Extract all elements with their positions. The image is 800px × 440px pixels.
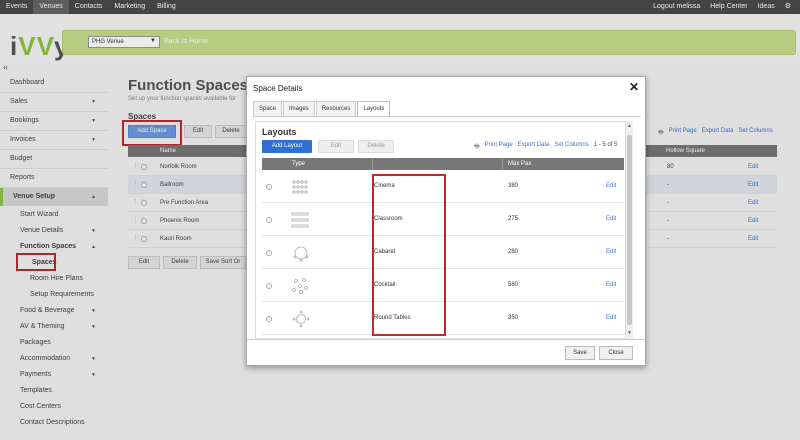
- row-radio[interactable]: [266, 217, 272, 223]
- row-radio[interactable]: [266, 184, 272, 190]
- close-icon[interactable]: ✕: [629, 80, 639, 94]
- close-button[interactable]: Close: [599, 346, 633, 360]
- row-radio[interactable]: [266, 316, 272, 322]
- tab-images[interactable]: Images: [283, 101, 315, 116]
- set-columns-link[interactable]: Set Columns: [554, 142, 588, 152]
- layouts-panel: Layouts Add Layout Edit Delete 🖶 Print P…: [255, 121, 631, 339]
- modal-scrollbar[interactable]: ▲ ▼: [625, 121, 633, 339]
- print-page-link[interactable]: Print Page: [485, 142, 513, 152]
- pagination-count: 1 - 5 of 5: [593, 142, 618, 148]
- scroll-thumb[interactable]: [627, 135, 632, 325]
- edit-layout-button[interactable]: Edit: [318, 140, 354, 153]
- cocktail-layout-icon: [292, 278, 308, 294]
- edit-link[interactable]: Edit: [606, 315, 616, 321]
- layouts-actions: 🖶 Print Page Export Data Set Columns 1 -…: [474, 142, 617, 152]
- modal-title: Space Details: [253, 84, 303, 93]
- row-radio[interactable]: [266, 250, 272, 256]
- row-radio[interactable]: [266, 283, 272, 289]
- print-icon: 🖶: [474, 144, 480, 150]
- scroll-down-icon[interactable]: ▼: [627, 330, 632, 336]
- edit-link[interactable]: Edit: [606, 282, 616, 288]
- add-layout-button[interactable]: Add Layout: [262, 140, 312, 153]
- tab-resources[interactable]: Resources: [315, 101, 357, 116]
- classroom-layout-icon: [291, 212, 309, 228]
- save-button[interactable]: Save: [565, 346, 595, 360]
- layouts-heading: Layouts: [262, 127, 297, 137]
- cabaret-layout-icon: [293, 246, 309, 262]
- highlight-layout-names-box: [372, 174, 446, 336]
- tab-space[interactable]: Space: [253, 101, 283, 116]
- space-details-modal: Space Details ✕ Space Images Resources L…: [246, 76, 646, 366]
- export-data-link[interactable]: Export Data: [518, 142, 550, 152]
- edit-link[interactable]: Edit: [606, 249, 616, 255]
- edit-link[interactable]: Edit: [606, 216, 616, 222]
- tab-layouts[interactable]: Layouts: [357, 101, 391, 116]
- round-tables-layout-icon: [292, 310, 310, 328]
- scroll-up-icon[interactable]: ▲: [627, 123, 632, 129]
- cinema-layout-icon: [292, 180, 308, 194]
- layouts-table-header: Type Max Pax: [262, 158, 624, 170]
- delete-layout-button[interactable]: Delete: [358, 140, 394, 153]
- modal-tabs: Space Images Resources Layouts: [253, 101, 391, 116]
- edit-link[interactable]: Edit: [606, 183, 616, 189]
